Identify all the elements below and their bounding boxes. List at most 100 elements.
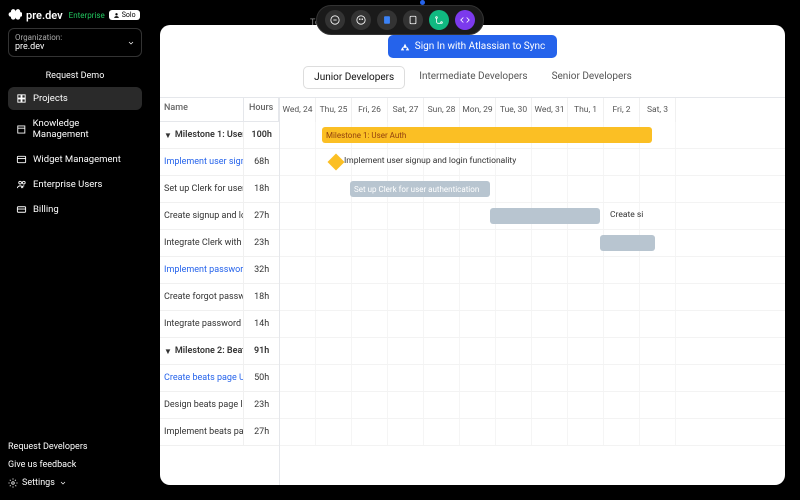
gantt-panel: Sign In with Atlassian to Sync Junior De… — [160, 25, 785, 485]
task-row[interactable]: Implement password32h — [160, 257, 279, 284]
gantt-bar[interactable] — [490, 208, 600, 224]
tab-senior-developers[interactable]: Senior Developers — [542, 66, 642, 89]
sidebar-item-billing[interactable]: Billing — [8, 198, 142, 221]
nav-icon — [16, 93, 27, 104]
sidebar-item-projects[interactable]: Projects — [8, 87, 142, 110]
timeline-row: Set up Clerk for user authentication — [280, 176, 785, 203]
date-header-cell: Mon, 29 — [460, 98, 496, 122]
nav-icon — [16, 204, 27, 215]
milestone-row[interactable]: ▼Milestone 2: Beats Pa91h — [160, 338, 279, 365]
request-demo-link[interactable]: Request Demo — [8, 65, 142, 87]
task-row[interactable]: Create beats page UI50h — [160, 365, 279, 392]
date-header-cell: Wed, 31 — [532, 98, 568, 122]
date-header-cell: Fri, 26 — [352, 98, 388, 122]
date-header-cell: Sun, 28 — [424, 98, 460, 122]
task-name: Implement password — [160, 257, 244, 283]
task-list: Name Hours ▼Milestone 1: User Auth100hIm… — [160, 98, 280, 485]
doc-blue-icon[interactable] — [377, 10, 397, 30]
date-header-cell: Thu, 25 — [316, 98, 352, 122]
task-row[interactable]: Integrate Clerk with the23h — [160, 230, 279, 257]
task-row[interactable]: Integrate password re14h — [160, 311, 279, 338]
date-header-cell: Wed, 24 — [280, 98, 316, 122]
chat-icon[interactable] — [325, 10, 345, 30]
sidebar: pre.dev Enterprise Solo Organization: pr… — [0, 0, 150, 500]
gantt-bar[interactable]: Set up Clerk for user authentication — [350, 181, 490, 197]
task-row[interactable]: Implement user signup68h — [160, 149, 279, 176]
gear-icon — [8, 478, 18, 488]
bar-label: Create si — [610, 210, 643, 220]
org-selector[interactable]: Organization: pre.dev — [8, 28, 142, 57]
date-header-cell: Tue, 30 — [496, 98, 532, 122]
task-name: Create forgot password — [160, 284, 244, 310]
task-row[interactable]: Set up Clerk for user auth18h — [160, 176, 279, 203]
date-header-cell: Fri, 2 — [604, 98, 640, 122]
request-developers-link[interactable]: Request Developers — [8, 438, 142, 456]
sidebar-item-enterprise-users[interactable]: Enterprise Users — [8, 173, 142, 196]
code-icon[interactable] — [455, 10, 475, 30]
timeline-row — [280, 284, 785, 311]
branch-icon[interactable] — [429, 10, 449, 30]
task-row[interactable]: Implement beats page27h — [160, 419, 279, 446]
task-name: Implement beats page — [160, 419, 244, 445]
timeline-row: Create si — [280, 203, 785, 230]
task-hours: 23h — [244, 400, 279, 410]
bar-label: Implement user signup and login function… — [344, 156, 516, 166]
settings-link[interactable]: Settings — [8, 474, 142, 492]
nav-icon — [16, 124, 27, 135]
chevron-down-icon — [59, 479, 67, 487]
task-name: Set up Clerk for user auth — [160, 176, 244, 202]
doc-icon[interactable] — [403, 10, 423, 30]
nav-icon — [16, 154, 27, 165]
timeline-row — [280, 365, 785, 392]
timeline-row: Implement user signup and login function… — [280, 149, 785, 176]
task-name: Create beats page UI — [160, 365, 244, 391]
nav-icon — [16, 179, 27, 190]
developer-tabs: Junior DevelopersIntermediate Developers… — [303, 66, 642, 89]
column-hours: Hours — [244, 98, 279, 121]
timeline-row: Milestone 1: User Auth — [280, 122, 785, 149]
timeline: Wed, 24Thu, 25Fri, 26Sat, 27Sun, 28Mon, … — [280, 98, 785, 485]
timeline-row — [280, 392, 785, 419]
gantt-bar[interactable] — [600, 235, 655, 251]
brand-name: pre.dev — [26, 9, 63, 22]
tab-intermediate-developers[interactable]: Intermediate Developers — [409, 66, 537, 89]
date-header-cell: Sat, 3 — [640, 98, 676, 122]
floating-toolbar — [316, 5, 484, 35]
task-hours: 27h — [244, 211, 279, 221]
tab-junior-developers[interactable]: Junior Developers — [303, 66, 405, 89]
task-hours: 18h — [244, 292, 279, 302]
sidebar-item-knowledge-management[interactable]: Knowledge Management — [8, 112, 142, 146]
date-header-cell: Thu, 1 — [568, 98, 604, 122]
timeline-row — [280, 419, 785, 446]
timeline-row — [280, 311, 785, 338]
task-name: ▼Milestone 2: Beats Pa — [160, 338, 244, 364]
timeline-row — [280, 338, 785, 365]
task-name: Create signup and login — [160, 203, 244, 229]
task-hours: 23h — [244, 238, 279, 248]
gantt-bar[interactable]: Milestone 1: User Auth — [322, 127, 652, 143]
chevron-down-icon — [127, 39, 135, 47]
feedback-link[interactable]: Give us feedback — [8, 456, 142, 474]
task-row[interactable]: Create signup and login27h — [160, 203, 279, 230]
task-hours: 14h — [244, 319, 279, 329]
sidebar-item-widget-management[interactable]: Widget Management — [8, 148, 142, 171]
atlassian-sync-button[interactable]: Sign In with Atlassian to Sync — [388, 35, 557, 58]
task-hours: 50h — [244, 373, 279, 383]
task-row[interactable]: Create forgot password18h — [160, 284, 279, 311]
task-hours: 27h — [244, 427, 279, 437]
task-hours: 68h — [244, 157, 279, 167]
task-row[interactable]: Design beats page lay23h — [160, 392, 279, 419]
column-name: Name — [160, 98, 244, 121]
task-name: Integrate password re — [160, 311, 244, 337]
logo-row: pre.dev Enterprise Solo — [8, 8, 142, 22]
face-icon[interactable] — [351, 10, 371, 30]
timeline-row — [280, 257, 785, 284]
solo-badge[interactable]: Solo — [109, 10, 140, 20]
task-name: Design beats page lay — [160, 392, 244, 418]
task-hours: 91h — [244, 346, 279, 356]
milestone-row[interactable]: ▼Milestone 1: User Auth100h — [160, 122, 279, 149]
brain-logo-icon — [8, 8, 22, 22]
nav-list: ProjectsKnowledge ManagementWidget Manag… — [8, 87, 142, 223]
task-hours: 18h — [244, 184, 279, 194]
timeline-row — [280, 230, 785, 257]
